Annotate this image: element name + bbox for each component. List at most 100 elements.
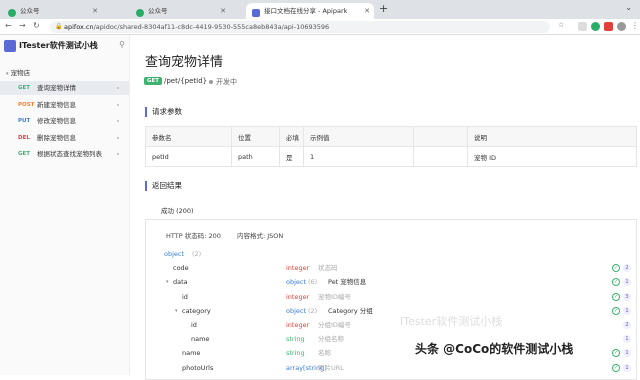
field-name: code	[173, 264, 189, 273]
more-icon[interactable]	[117, 103, 119, 106]
close-icon[interactable]: ✕	[364, 3, 370, 19]
check-icon: ✓	[612, 306, 620, 315]
lock-icon: 🔒	[55, 23, 63, 30]
count-badge: 1	[623, 278, 631, 287]
table-row: petId path 是 1 宠物 ID	[145, 146, 637, 167]
http-status: HTTP 状态码: 200	[166, 232, 221, 240]
field-name: name	[191, 335, 210, 344]
browser-tab[interactable]: 公众号 ✕	[2, 3, 102, 19]
tab-title: 接口文档在线分享 - Apipark	[264, 7, 348, 15]
star-icon[interactable]: ☆	[558, 21, 564, 29]
chevron-down-icon[interactable]: ▾	[175, 304, 178, 318]
sidebar-item[interactable]: DEL 删除宠物信息	[0, 131, 129, 145]
search-icon[interactable]: ⚲	[119, 40, 125, 49]
count-badge: 1	[623, 306, 631, 315]
column-header: 说明	[467, 126, 637, 147]
request-params-heading: 请求参数	[145, 107, 182, 117]
field-desc: 名称	[318, 349, 331, 358]
folder-label[interactable]: ▾ 宠物店	[6, 67, 30, 77]
close-icon[interactable]: ✕	[92, 3, 98, 19]
menu-icon[interactable]: ⋮	[631, 21, 639, 30]
count-badge: 1	[623, 349, 631, 358]
new-tab-icon[interactable]: +	[379, 2, 388, 15]
back-icon[interactable]: ←	[5, 21, 12, 30]
tab-success-200[interactable]: 成功 (200)	[161, 205, 194, 215]
response-meta: HTTP 状态码: 200 内容格式: JSON	[166, 230, 297, 240]
field-desc: 分组名称	[318, 335, 344, 344]
folder-name: 宠物店	[10, 69, 31, 77]
content-type: 内容格式: JSON	[236, 232, 284, 240]
url-field[interactable]: 🔒 apifox.cn/apidoc/shared-8304af11-c8dc-…	[50, 21, 550, 33]
table-cell: 是	[279, 146, 304, 167]
params-table: 参数名 位置 必填 示例值 说明 petId path 是 1 宠物 ID	[145, 126, 637, 167]
method-label: POST	[18, 101, 35, 108]
more-icon[interactable]	[117, 153, 119, 155]
table-cell: 宠物 ID	[467, 146, 637, 167]
url-domain: apifox.cn	[64, 23, 94, 31]
count-badge: 2	[623, 321, 631, 329]
sidebar-item[interactable]: GET 查询宠物详情	[0, 81, 129, 95]
chevron-down-icon[interactable]: ⌄	[625, 3, 632, 12]
profile-icon[interactable]	[617, 22, 626, 31]
extension-icon[interactable]	[578, 22, 587, 31]
sidebar-item[interactable]: PUT 修改宠物信息	[0, 114, 129, 128]
reload-icon[interactable]: ↻	[33, 21, 40, 30]
table-cell: path	[231, 146, 280, 167]
tab-title: 公众号	[20, 7, 40, 15]
apifox-icon	[252, 7, 260, 17]
method-label: GET	[18, 85, 31, 91]
schema-row[interactable]: object (2)	[146, 247, 636, 261]
schema-row[interactable]: id integer 宠物ID编号 ✓ 3	[146, 290, 636, 304]
more-icon[interactable]	[117, 120, 119, 122]
field-name: data	[173, 278, 188, 287]
sidebar-item[interactable]: GET 根据状态查找宠物列表	[0, 147, 129, 161]
tab-title: 公众号	[148, 7, 168, 15]
table-header-row: 参数名 位置 必填 示例值 说明	[145, 126, 637, 147]
more-icon[interactable]	[117, 87, 119, 89]
url-path: /apidoc/shared-8304af11-c8dc-4419-9530-5…	[93, 23, 330, 31]
field-name: name	[182, 349, 201, 358]
check-icon: ✓	[612, 278, 620, 287]
browser-tab-active[interactable]: 接口文档在线分享 - Apipark ✕	[246, 3, 374, 19]
more-icon[interactable]	[117, 136, 119, 139]
response-heading: 返回结果	[145, 181, 182, 191]
field-desc: Pet 宠物信息	[328, 278, 367, 287]
address-bar-row: ← → ↻ 🔒 apifox.cn/apidoc/shared-8304af11…	[0, 19, 640, 35]
column-header: 必填	[279, 126, 304, 147]
column-header	[413, 126, 468, 147]
schema-row[interactable]: photoUrls array[string] 照片URL ✓ 1	[146, 361, 636, 375]
schema-row[interactable]: ▾ data object (6) Pet 宠物信息 ✓ 1	[146, 275, 636, 289]
forward-icon[interactable]: →	[19, 21, 26, 30]
field-type: object	[286, 278, 307, 287]
field-type: integer	[286, 321, 310, 329]
field-name: category	[182, 306, 211, 315]
status-badge: 开发中	[209, 77, 237, 87]
sidebar-item[interactable]: POST 新建宠物信息	[0, 98, 129, 112]
schema-row[interactable]: ▾ category object (2) Category 分组 ✓ 1	[146, 304, 636, 318]
field-count: (2)	[192, 250, 202, 258]
field-type: string	[286, 335, 305, 344]
project-header: ITester软件测试小栈 ⚲	[4, 40, 129, 54]
field-name: photoUrls	[182, 363, 214, 372]
chevron-down-icon[interactable]: ▾	[166, 275, 169, 289]
table-cell	[413, 146, 468, 167]
schema-row[interactable]: code integer 状态码 ✓ 2	[146, 261, 636, 275]
sidebar-item-label: 根据状态查找宠物列表	[37, 150, 102, 158]
field-desc: Category 分组	[328, 306, 373, 315]
field-type: integer	[286, 292, 310, 301]
wechat-icon	[8, 7, 16, 17]
field-desc: 宠物ID编号	[318, 292, 351, 301]
schema-row[interactable]: id integer 分组ID编号 2	[146, 318, 636, 332]
field-count: (6)	[308, 278, 318, 287]
count-badge: 2	[623, 264, 631, 273]
check-icon: ✓	[612, 363, 620, 372]
extension-icon[interactable]	[591, 22, 600, 31]
status-dot-icon	[209, 80, 213, 84]
method-label: GET	[18, 151, 31, 157]
browser-tab[interactable]: 公众号 ✕	[130, 3, 230, 19]
close-icon[interactable]: ✕	[220, 3, 226, 19]
extension-icon[interactable]	[604, 22, 613, 31]
field-desc: 照片URL	[318, 363, 344, 372]
field-type: string	[286, 349, 305, 358]
chevron-down-icon: ▾	[6, 71, 9, 77]
